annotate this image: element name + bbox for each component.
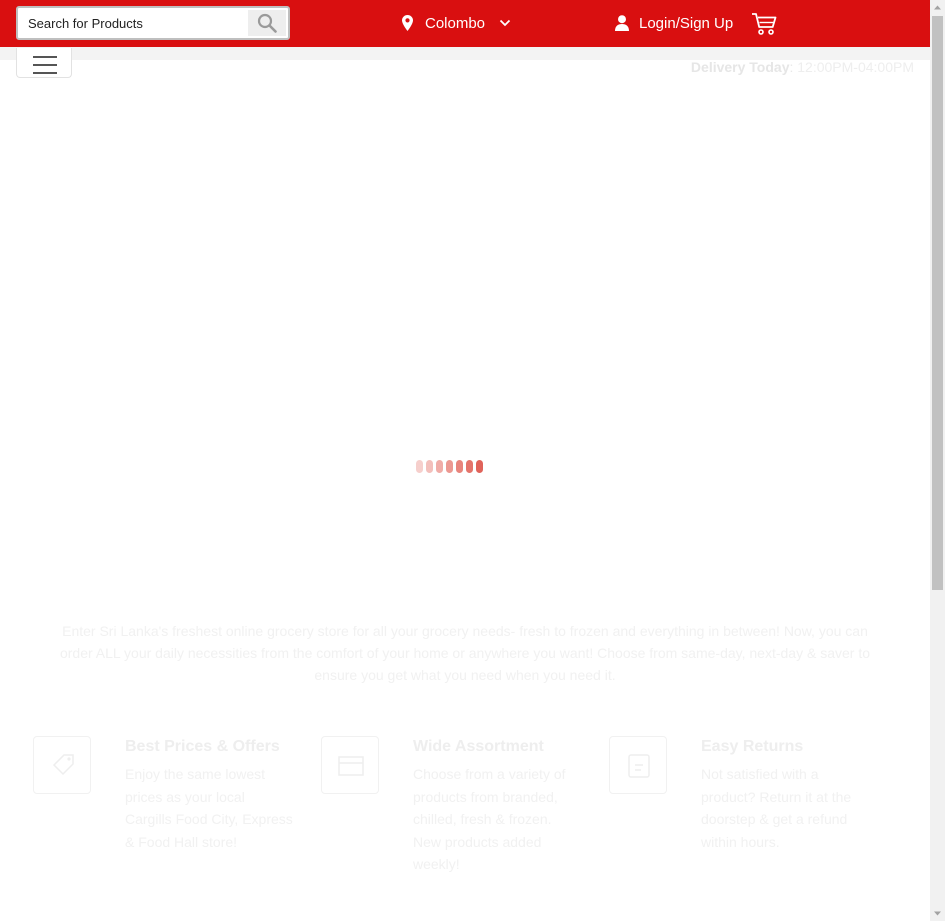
- delivery-separator: :: [789, 59, 794, 75]
- search-box: [16, 6, 290, 40]
- scrollbar-thumb[interactable]: [932, 16, 943, 590]
- delivery-label: Delivery Today: [690, 59, 790, 75]
- loader-dot: [466, 460, 473, 473]
- delivery-info: Delivery Today: 12:00PM-04:00PM: [691, 59, 914, 75]
- scroll-up-arrow[interactable]: [930, 0, 945, 15]
- loader-dot: [436, 460, 443, 473]
- loader-dot: [456, 460, 463, 473]
- loader-dot: [476, 460, 483, 473]
- header-bar: Colombo Login/Sign Up: [0, 0, 930, 47]
- menu-icon-bar: [33, 64, 57, 66]
- location-selector[interactable]: Colombo: [402, 12, 511, 34]
- login-signup-link[interactable]: Login/Sign Up: [615, 12, 733, 34]
- feature-title: Easy Returns: [701, 738, 804, 755]
- menu-icon-bar: [33, 72, 57, 74]
- search-icon: [257, 13, 277, 33]
- user-icon: [615, 15, 629, 31]
- feature-description: Not satisfied with a product? Return it …: [701, 766, 852, 850]
- return-icon: [609, 736, 667, 794]
- cart-button[interactable]: [751, 12, 777, 41]
- box-icon: [321, 736, 379, 794]
- location-label: Colombo: [425, 14, 486, 32]
- delivery-time: 12:00PM-04:00PM: [797, 59, 914, 75]
- search-button[interactable]: [248, 10, 286, 36]
- loader-dot: [426, 460, 433, 473]
- scroll-down-arrow[interactable]: [930, 906, 945, 921]
- loader-dot: [446, 460, 453, 473]
- feature-description: Choose from a variety of products from b…: [413, 766, 566, 872]
- feature-description: Enjoy the same lowest prices as your loc…: [125, 766, 293, 850]
- feature-title: Wide Assortment: [413, 738, 544, 755]
- search-input[interactable]: [20, 10, 248, 36]
- hamburger-menu-button[interactable]: [16, 48, 72, 78]
- login-label: Login/Sign Up: [639, 14, 734, 32]
- shopping-cart-icon: [752, 13, 777, 35]
- intro-text: Enter Sri Lanka's freshest online grocer…: [59, 623, 871, 683]
- vertical-scrollbar[interactable]: [930, 0, 945, 921]
- loading-indicator: [416, 460, 483, 473]
- feature-title: Best Prices & Offers: [125, 738, 280, 755]
- menu-icon-bar: [33, 56, 57, 58]
- map-pin-icon: [402, 15, 413, 31]
- tag-icon: [33, 736, 91, 794]
- chevron-down-icon: [499, 19, 511, 27]
- loader-dot: [416, 460, 423, 473]
